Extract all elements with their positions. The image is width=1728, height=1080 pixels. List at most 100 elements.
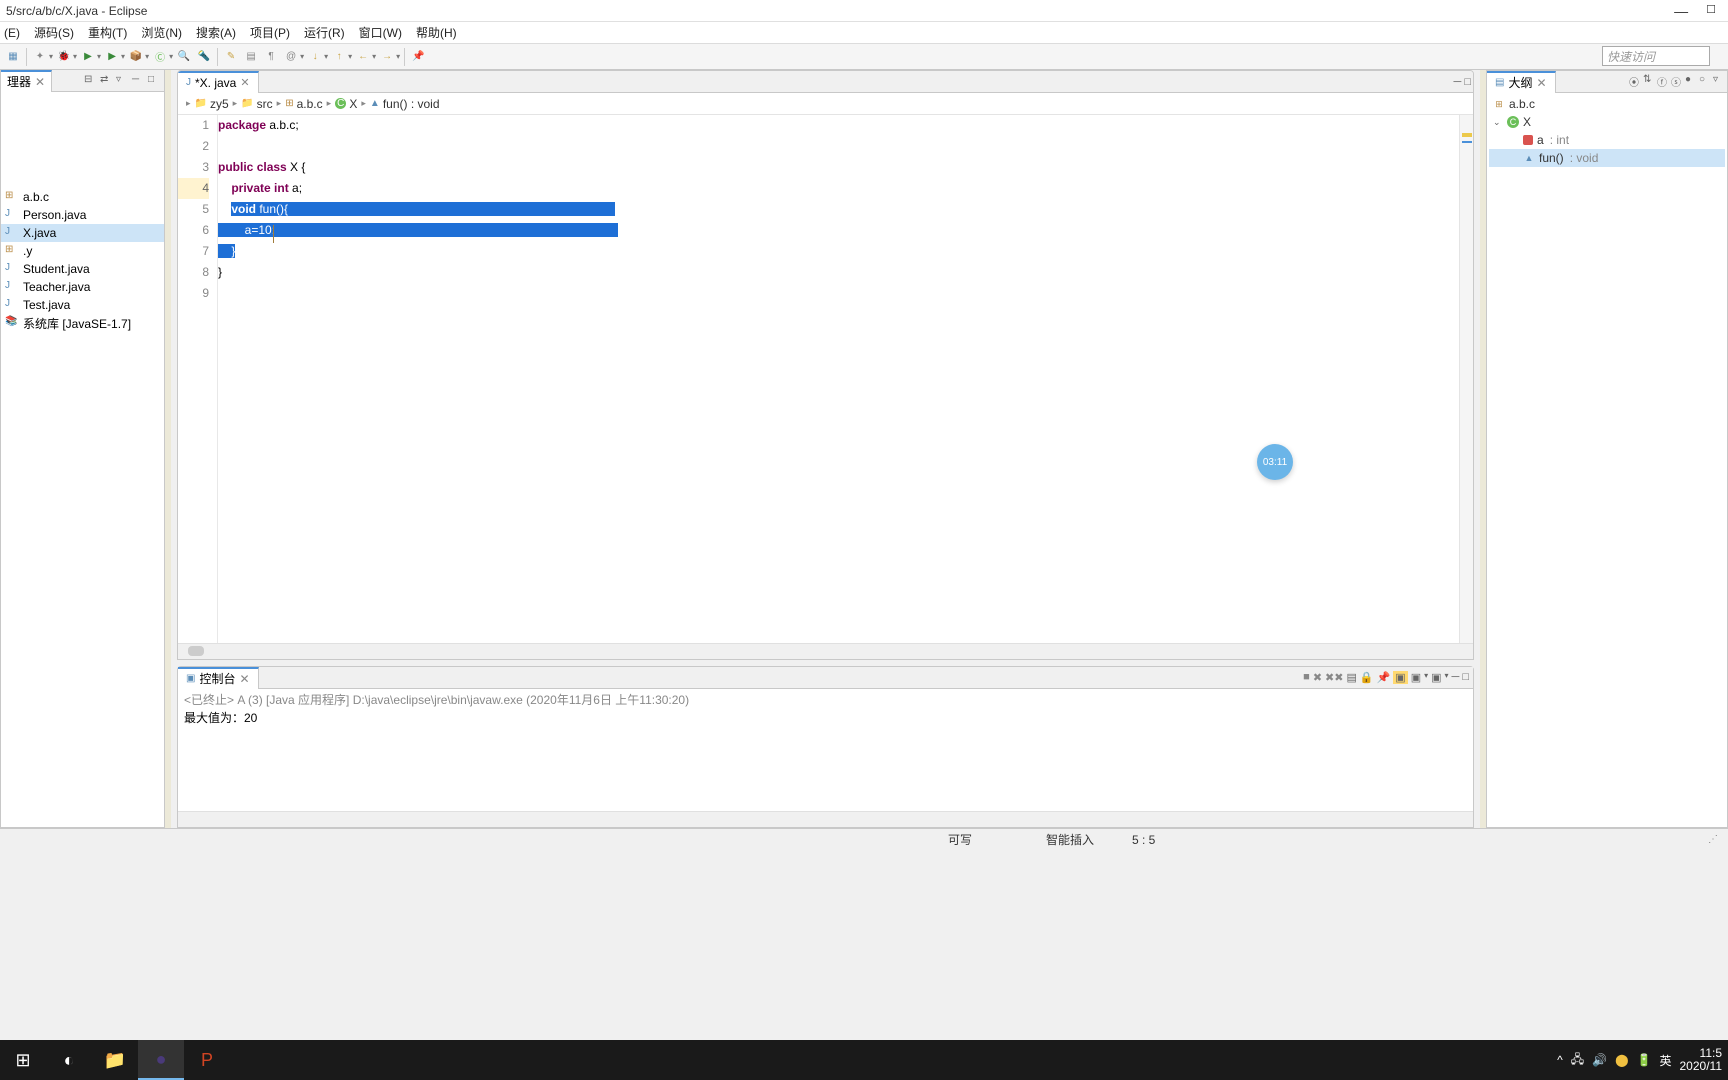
taskbar-app-powerpoint[interactable]: P [184, 1040, 230, 1080]
maximize-icon[interactable]: □ [148, 74, 162, 88]
magic-wand-icon[interactable]: ✦ [31, 48, 49, 66]
code-editor[interactable]: 123456789 package a.b.c;public class X {… [178, 115, 1473, 643]
code-text[interactable]: package a.b.c; public class X { private i… [218, 115, 1459, 643]
code-line[interactable]: void fun(){ [218, 199, 1459, 220]
breadcrumb-src[interactable]: 📁src [241, 97, 272, 111]
scroll-lock-icon[interactable]: 🔒 [1360, 671, 1374, 684]
annotation-icon[interactable]: @ [282, 48, 300, 66]
maximize-icon[interactable]: □ [1462, 671, 1469, 684]
remove-launch-icon[interactable]: ✖ [1313, 671, 1322, 684]
code-line[interactable]: private int a; [218, 178, 1459, 199]
minimize-button[interactable]: — [1674, 3, 1688, 19]
focus-icon[interactable]: ⦿ [1629, 74, 1641, 89]
minimize-icon[interactable]: ─ [1452, 671, 1460, 684]
tree-item[interactable]: JTeacher.java [1, 278, 164, 296]
forward-icon[interactable]: → [378, 48, 396, 66]
menu-help[interactable]: 帮助(H) [416, 24, 457, 41]
display-console-icon[interactable]: ▣ [1393, 671, 1407, 684]
view-menu-icon[interactable]: ▿ [116, 74, 130, 88]
taskbar-app-explorer[interactable]: 📁 [92, 1040, 138, 1080]
ruler-selection-mark[interactable] [1462, 141, 1472, 143]
toggle-block-icon[interactable]: ▤ [242, 48, 260, 66]
taskbar-app-obs[interactable]: ◐ [46, 1040, 92, 1080]
menu-source[interactable]: 源码(S) [34, 24, 74, 41]
tree-item[interactable]: JTest.java [1, 296, 164, 314]
tree-item[interactable]: ⊞.y [1, 242, 164, 260]
toggle-mark-icon[interactable]: ✎ [222, 48, 240, 66]
breadcrumb-class[interactable]: CX [335, 97, 357, 111]
expand-icon[interactable]: ⌄ [1493, 117, 1503, 128]
maximize-button[interactable]: ☐ [1706, 3, 1716, 19]
prev-annotation-icon[interactable]: ↑ [330, 48, 348, 66]
code-line[interactable] [218, 283, 1459, 304]
ruler-warning-mark[interactable] [1462, 133, 1472, 137]
tray-battery-icon[interactable]: 🔋 [1637, 1053, 1652, 1067]
tree-item[interactable]: 📚系统库 [JavaSE-1.7] [1, 314, 164, 332]
outline-item[interactable]: ⊞a.b.c [1489, 95, 1725, 113]
start-button[interactable]: ⊞ [0, 1040, 46, 1080]
code-line[interactable]: a=10; [218, 220, 1459, 241]
outline-item[interactable]: ⌄CX [1489, 113, 1725, 131]
breadcrumb-project[interactable]: 📁zy5 [195, 97, 229, 111]
outline-tree[interactable]: ⊞a.b.c⌄CXa: int▲fun(): void [1487, 93, 1727, 827]
run-icon[interactable]: ▶ [79, 48, 97, 66]
taskbar-app-eclipse[interactable]: ● [138, 1040, 184, 1080]
quick-access-input[interactable]: 快速访问 [1602, 46, 1710, 66]
outline-item[interactable]: ▲fun(): void [1489, 149, 1725, 167]
sort-icon[interactable]: ⇅ [1643, 74, 1655, 89]
package-explorer-tab[interactable]: 理器 ✕ [1, 70, 52, 92]
menu-project[interactable]: 项目(P) [250, 24, 290, 41]
scroll-thumb[interactable] [188, 646, 204, 656]
new-package-icon[interactable]: 📦 [127, 48, 145, 66]
debug-icon[interactable]: 🐞 [55, 48, 73, 66]
menu-edit[interactable]: (E) [4, 26, 20, 40]
outline-item[interactable]: a: int [1489, 131, 1725, 149]
tray-shield-icon[interactable]: ⬤ [1615, 1053, 1628, 1067]
tray-up-icon[interactable]: ^ [1557, 1053, 1563, 1067]
code-line[interactable]: } [218, 241, 1459, 262]
open-type-icon[interactable]: 🔍 [175, 48, 193, 66]
package-tree[interactable]: ⊞a.b.cJPerson.javaJX.java⊞.yJStudent.jav… [1, 92, 164, 827]
close-icon[interactable]: ✕ [35, 75, 45, 89]
code-line[interactable] [218, 136, 1459, 157]
floating-timer-badge[interactable]: 03:11 [1257, 444, 1293, 480]
pin-editor-icon[interactable]: 📌 [409, 48, 427, 66]
hide-local-icon[interactable]: ○ [1699, 74, 1711, 89]
maximize-icon[interactable]: □ [1464, 76, 1471, 88]
tray-clock[interactable]: 11:5 2020/11 [1680, 1047, 1723, 1073]
code-line[interactable]: package a.b.c; [218, 115, 1459, 136]
code-line[interactable]: } [218, 262, 1459, 283]
search-icon[interactable]: 🔦 [195, 48, 213, 66]
console-output[interactable]: 最大值为：20 [178, 709, 1473, 811]
new-console-icon[interactable]: ▣ [1431, 671, 1441, 684]
tray-volume-icon[interactable]: 🔊 [1592, 1053, 1607, 1067]
open-console-icon[interactable]: ▣ [1411, 671, 1421, 684]
hide-nonpublic-icon[interactable]: ● [1685, 74, 1697, 89]
console-scrollbar[interactable] [178, 811, 1473, 827]
view-menu-icon[interactable]: ▿ [1713, 74, 1725, 89]
show-whitespace-icon[interactable]: ¶ [262, 48, 280, 66]
menu-navigate[interactable]: 浏览(N) [141, 24, 182, 41]
remove-all-icon[interactable]: ✖✖ [1325, 671, 1343, 684]
terminate-icon[interactable]: ■ [1303, 671, 1310, 684]
console-tab[interactable]: ▣ 控制台 ✕ [178, 667, 259, 689]
tray-ime[interactable]: 英 [1659, 1052, 1671, 1069]
code-line[interactable]: public class X { [218, 157, 1459, 178]
hide-static-icon[interactable]: ⓢ [1671, 74, 1683, 89]
tree-item[interactable]: ⊞a.b.c [1, 188, 164, 206]
outline-tab[interactable]: ▤ 大纲 ✕ [1487, 71, 1556, 93]
menu-search[interactable]: 搜索(A) [196, 24, 236, 41]
editor-tab[interactable]: J *X. java ✕ [178, 71, 259, 93]
horizontal-scrollbar[interactable] [178, 643, 1473, 659]
clear-console-icon[interactable]: ▤ [1346, 671, 1356, 684]
close-icon[interactable]: ✕ [239, 672, 249, 686]
tree-item[interactable]: JStudent.java [1, 260, 164, 278]
pin-console-icon[interactable]: 📌 [1377, 671, 1391, 684]
menu-run[interactable]: 运行(R) [304, 24, 345, 41]
overview-ruler[interactable] [1459, 115, 1473, 643]
link-editor-icon[interactable]: ⇄ [100, 74, 114, 88]
open-perspective-icon[interactable]: ▦ [4, 48, 22, 66]
split-handle[interactable] [165, 70, 171, 828]
next-annotation-icon[interactable]: ↓ [306, 48, 324, 66]
minimize-icon[interactable]: ─ [1454, 76, 1462, 88]
